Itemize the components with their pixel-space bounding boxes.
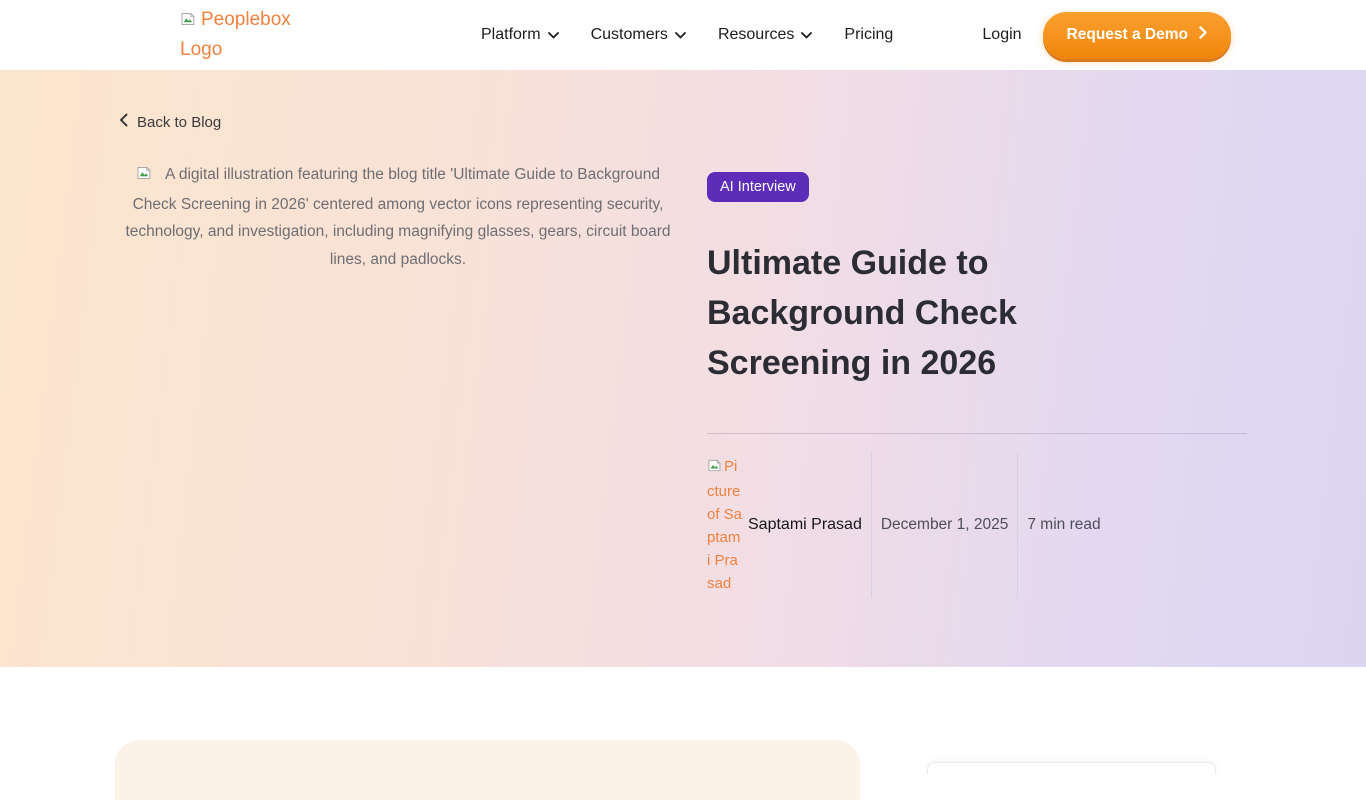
publish-date: December 1, 2025 — [872, 516, 1018, 534]
article-hero-section: Back to Blog A digital illustration feat… — [0, 70, 1366, 667]
logo-alt-text: Peoplebox Logo — [180, 9, 291, 60]
article-header-row: A digital illustration featuring the blo… — [119, 161, 1247, 604]
back-to-blog-label: Back to Blog — [137, 114, 221, 131]
broken-image-icon — [707, 457, 722, 480]
nav-item-resources[interactable]: Resources — [718, 26, 812, 44]
header-right: Login Request a Demo — [982, 12, 1231, 59]
nav-label: Resources — [718, 26, 794, 44]
sidebar-card — [927, 762, 1216, 774]
nav-item-platform[interactable]: Platform — [481, 26, 559, 44]
login-link[interactable]: Login — [982, 26, 1021, 44]
chevron-down-icon — [675, 26, 686, 44]
broken-image-icon — [136, 163, 152, 191]
chevron-down-icon — [548, 26, 559, 44]
author-avatar-placeholder[interactable]: Picture of Saptami Prasad — [707, 455, 743, 595]
nav-label: Customers — [591, 26, 668, 44]
logo-link[interactable]: Peoplebox Logo — [180, 6, 292, 64]
site-header: Peoplebox Logo Platform Customers Resour… — [0, 0, 1366, 70]
article-content-card — [115, 740, 860, 800]
hero-image-alt-text: A digital illustration featuring the blo… — [125, 166, 670, 268]
article-header-column: AI Interview Ultimate Guide to Backgroun… — [707, 161, 1247, 604]
chevron-left-icon — [119, 113, 128, 131]
broken-image-icon — [180, 8, 196, 36]
category-badge[interactable]: AI Interview — [707, 172, 809, 202]
read-time: 7 min read — [1018, 516, 1100, 534]
author-name: Saptami Prasad — [748, 516, 862, 534]
hero-container: Back to Blog A digital illustration feat… — [119, 70, 1247, 604]
main-nav: Platform Customers Resources Pricing — [481, 26, 893, 44]
request-demo-label: Request a Demo — [1067, 26, 1188, 44]
chevron-right-icon — [1199, 26, 1207, 44]
chevron-down-icon — [801, 26, 812, 44]
author-meta-row: Picture of Saptami Prasad Saptami Prasad… — [707, 434, 1247, 604]
back-to-blog-link[interactable]: Back to Blog — [119, 113, 221, 131]
request-demo-button[interactable]: Request a Demo — [1043, 12, 1231, 59]
nav-label: Pricing — [844, 26, 893, 44]
hero-image-placeholder: A digital illustration featuring the blo… — [119, 161, 671, 604]
article-body-section — [0, 667, 1366, 768]
article-title: Ultimate Guide to Background Check Scree… — [707, 238, 1099, 388]
nav-item-pricing[interactable]: Pricing — [844, 26, 893, 44]
nav-item-customers[interactable]: Customers — [591, 26, 686, 44]
nav-label: Platform — [481, 26, 541, 44]
